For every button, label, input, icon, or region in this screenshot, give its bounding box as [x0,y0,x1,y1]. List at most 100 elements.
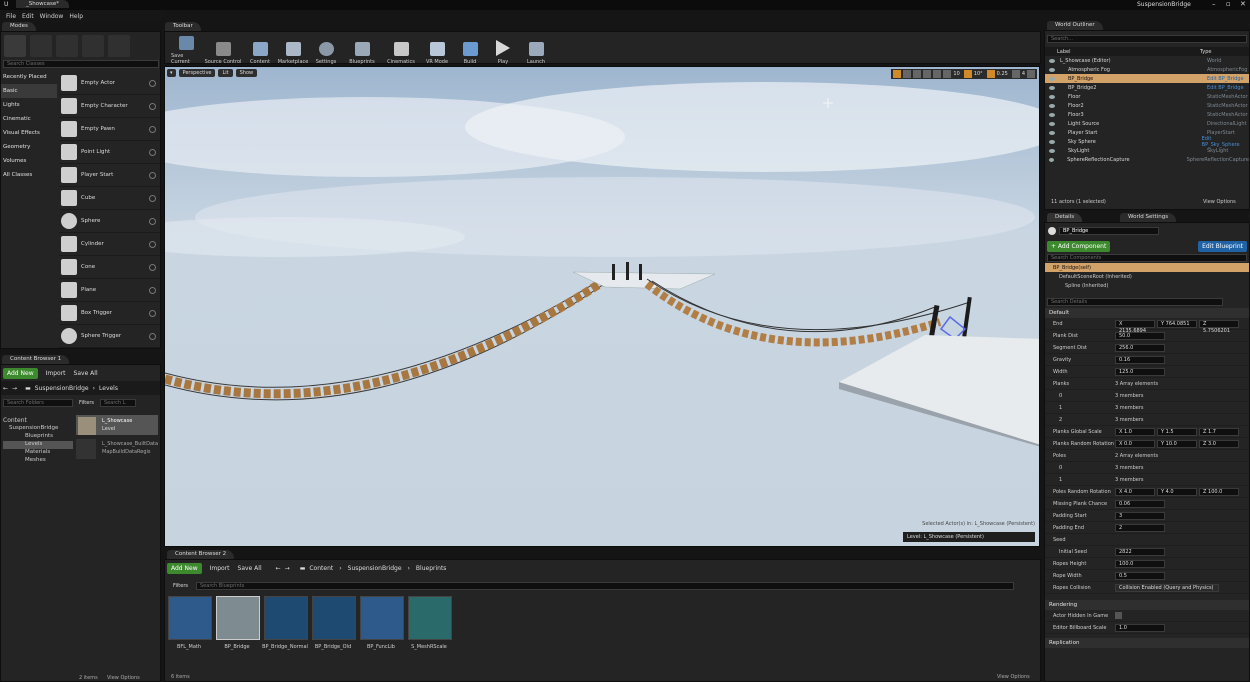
paint-mode-icon[interactable] [30,34,52,57]
cat-all-classes[interactable]: All Classes [1,168,57,182]
geometry-mode-icon[interactable] [108,34,130,57]
filters-button[interactable]: Filters [79,400,94,406]
asset-s-meshrscale[interactable] [408,596,452,640]
cat-geometry[interactable]: Geometry [1,140,57,154]
search-folders-input[interactable]: Search Folders [3,399,73,407]
rope-width-field[interactable]: 0.5 [1115,571,1165,580]
menu-window[interactable]: Window [40,13,64,20]
outliner-row-selected[interactable]: BP_Bridge Edit BP_Bridge [1045,74,1249,83]
asset-level[interactable]: L_Showcase Level [76,415,158,435]
lit-button[interactable]: Lit [218,69,233,77]
scale-z-field[interactable]: Z 1.7 [1199,427,1239,436]
eye-icon[interactable] [1049,85,1055,90]
cat-lights[interactable]: Lights [1,98,57,112]
tree-content[interactable]: Content [3,417,73,425]
save-all-button[interactable]: Save All [238,565,262,572]
forward-arrow-icon[interactable]: → [12,385,17,392]
eye-icon[interactable] [1049,58,1055,63]
gravity-field[interactable]: 0.16 [1115,355,1165,364]
plank-dist-field[interactable]: 50.0 [1115,331,1165,340]
place-item[interactable]: Cylinder [59,233,160,256]
section-default[interactable]: Default [1045,308,1249,318]
asset-bp-funclib[interactable] [360,596,404,640]
surface-snap-icon[interactable] [933,70,942,78]
outliner-row[interactable]: SkyLight SkyLight [1045,146,1249,155]
marketplace-button[interactable]: Marketplace [278,31,308,65]
path-blueprints[interactable]: Blueprints [416,565,447,572]
place-item[interactable]: Box Trigger [59,302,160,325]
outliner-row[interactable]: Floor2 StaticMeshActor [1045,101,1249,110]
cat-volumes[interactable]: Volumes [1,154,57,168]
cat-recently-placed[interactable]: Recently Placed [1,70,57,84]
build-button[interactable]: Build [455,31,485,65]
place-item[interactable]: Player Start [59,164,160,187]
poles-rot-x-field[interactable]: X 4.0 [1115,487,1155,496]
col-type[interactable]: Type [1200,49,1211,55]
level-tab[interactable]: _Showcase* [16,0,69,8]
add-component-button[interactable]: + Add Component [1047,240,1111,252]
outliner-row[interactable]: L_Showcase (Editor) World [1045,56,1249,65]
grid-snap-icon[interactable] [943,70,952,78]
array-members[interactable]: 3 members [1115,405,1144,411]
menu-file[interactable]: File [6,13,16,20]
array-members[interactable]: 3 members [1115,417,1144,423]
place-item[interactable]: Empty Pawn [59,118,160,141]
missing-plank-field[interactable]: 0.06 [1115,499,1165,508]
eye-icon[interactable] [1049,76,1055,81]
outliner-search-input[interactable]: Search... [1047,35,1247,43]
play-button[interactable]: Play [488,31,518,65]
view-options-button[interactable]: View Options [107,675,140,681]
viewport-menu-button[interactable]: ▾ [167,69,176,77]
scale-size[interactable]: 0.25 [997,71,1008,77]
padding-end-field[interactable]: 2 [1115,523,1165,532]
tree-blueprints[interactable]: Blueprints [3,433,73,441]
place-item[interactable]: Sphere Trigger [59,325,160,348]
end-x-field[interactable]: X 2135.6894 [1115,319,1155,334]
place-item[interactable]: Cube [59,187,160,210]
width-field[interactable]: 125.0 [1115,367,1165,376]
add-new-button[interactable]: Add New [167,562,202,574]
edit-blueprint-button[interactable]: Edit Blueprint [1198,240,1247,252]
rot-y-field[interactable]: Y 10.0 [1157,439,1197,448]
tree-levels[interactable]: Levels [3,441,73,449]
perspective-button[interactable]: Perspective [178,69,216,77]
rot-z-field[interactable]: Z 3.0 [1199,439,1239,448]
actor-name-field[interactable]: BP_Bridge [1059,227,1159,235]
menu-help[interactable]: Help [69,13,83,20]
segment-dist-field[interactable]: 256.0 [1115,343,1165,352]
translate-icon[interactable] [893,70,902,78]
path-suspension-bridge[interactable]: SuspensionBridge [35,385,89,392]
cat-basic[interactable]: Basic [1,84,57,98]
path-content[interactable]: Content [309,565,333,572]
tab-details[interactable]: Details [1047,213,1083,222]
search-details-input[interactable]: Search Details [1047,298,1223,306]
section-replication[interactable]: Replication [1045,638,1249,648]
scale-y-field[interactable]: Y 1.5 [1157,427,1197,436]
eye-icon[interactable] [1049,112,1055,117]
level-viewport[interactable]: ▾ Perspective Lit Show 10 10° 0.25 4 Sel… [164,66,1040,547]
section-rendering[interactable]: Rendering [1045,600,1249,610]
asset-bfl-math[interactable] [168,596,212,640]
col-label[interactable]: Label [1045,49,1200,55]
component-spline[interactable]: Spline (Inherited) [1045,281,1249,290]
ropes-height-field[interactable]: 100.0 [1115,559,1165,568]
billboard-scale-field[interactable]: 1.0 [1115,623,1165,632]
rot-x-field[interactable]: X 0.0 [1115,439,1155,448]
menu-edit[interactable]: Edit [22,13,34,20]
eye-icon[interactable] [1049,94,1055,99]
show-button[interactable]: Show [235,69,258,77]
import-button[interactable]: Import [46,370,66,377]
launch-button[interactable]: Launch [521,31,551,65]
outliner-row[interactable]: SphereReflectionCapture SphereReflectionC… [1045,155,1249,164]
place-item[interactable]: Empty Character [59,95,160,118]
rotation-snap-icon[interactable] [963,70,972,78]
settings-button[interactable]: Settings [311,31,341,65]
poles-rot-y-field[interactable]: Y 4.0 [1157,487,1197,496]
search-components-input[interactable]: Search Components [1047,254,1247,262]
tab-content-browser-1[interactable]: Content Browser 1 [2,355,70,364]
source-control-button[interactable]: Source Control [204,31,242,65]
initial-seed-field[interactable]: 2822 [1115,547,1165,556]
camera-speed-icon[interactable] [1011,70,1020,78]
array-members[interactable]: 3 members [1115,393,1144,399]
forward-arrow-icon[interactable]: → [285,565,290,572]
